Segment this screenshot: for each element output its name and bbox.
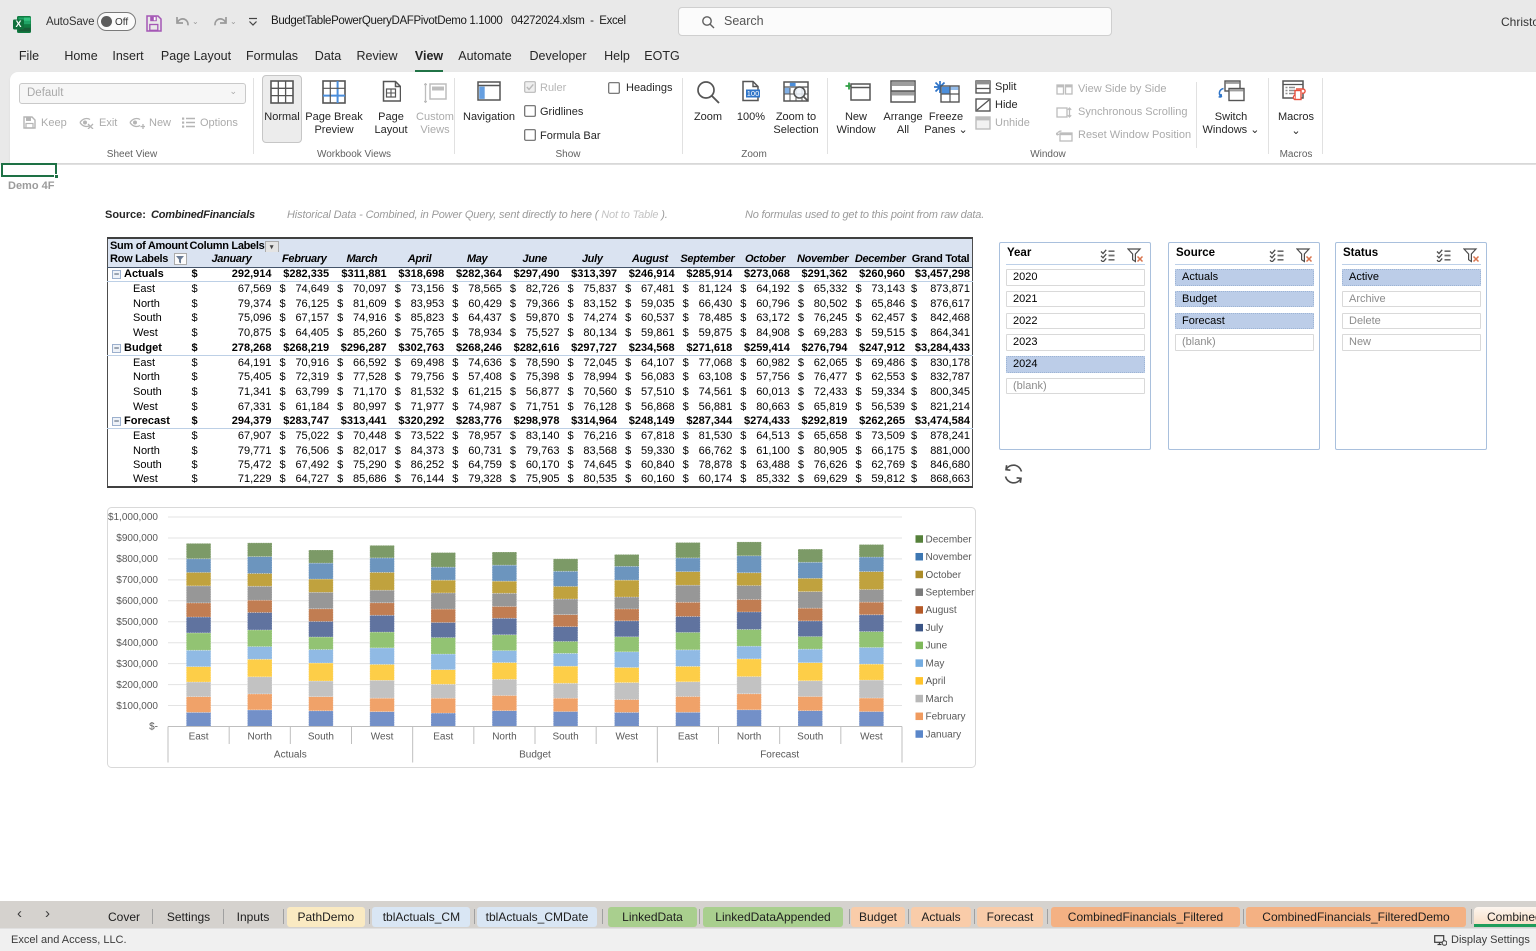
svg-text:January: January: [926, 729, 962, 740]
svg-text:North: North: [248, 732, 272, 743]
svg-text:X: X: [15, 19, 21, 29]
svg-text:West: West: [860, 732, 883, 743]
svg-text:Actuals: Actuals: [274, 750, 307, 761]
svg-text:June: June: [926, 641, 948, 652]
svg-text:East: East: [678, 732, 698, 743]
svg-text:November: November: [926, 552, 973, 563]
svg-text:South: South: [308, 732, 334, 743]
svg-text:$200,000: $200,000: [116, 680, 158, 691]
svg-text:April: April: [926, 676, 946, 687]
svg-text:$1,000,000: $1,000,000: [108, 512, 158, 523]
svg-text:East: East: [433, 732, 453, 743]
svg-text:$500,000: $500,000: [116, 617, 158, 628]
svg-text:March: March: [926, 694, 954, 705]
svg-text:$-: $-: [149, 722, 158, 733]
svg-text:North: North: [492, 732, 516, 743]
svg-text:$400,000: $400,000: [116, 638, 158, 649]
svg-text:Forecast: Forecast: [760, 750, 799, 761]
svg-text:July: July: [926, 623, 944, 634]
svg-text:North: North: [737, 732, 761, 743]
svg-text:East: East: [189, 732, 209, 743]
svg-text:Budget: Budget: [519, 750, 551, 761]
svg-text:South: South: [797, 732, 823, 743]
svg-text:September: September: [926, 587, 976, 598]
svg-text:$800,000: $800,000: [116, 554, 158, 565]
svg-text:West: West: [615, 732, 638, 743]
svg-text:$700,000: $700,000: [116, 575, 158, 586]
svg-text:May: May: [926, 658, 945, 669]
svg-text:$300,000: $300,000: [116, 659, 158, 670]
svg-text:October: October: [926, 570, 962, 581]
svg-text:South: South: [553, 732, 579, 743]
svg-text:100: 100: [747, 89, 760, 98]
svg-text:February: February: [926, 712, 966, 723]
svg-text:West: West: [371, 732, 394, 743]
svg-text:$100,000: $100,000: [116, 701, 158, 712]
svg-text:December: December: [926, 534, 973, 545]
svg-text:$600,000: $600,000: [116, 596, 158, 607]
svg-text:$900,000: $900,000: [116, 533, 158, 544]
svg-text:August: August: [926, 605, 957, 616]
